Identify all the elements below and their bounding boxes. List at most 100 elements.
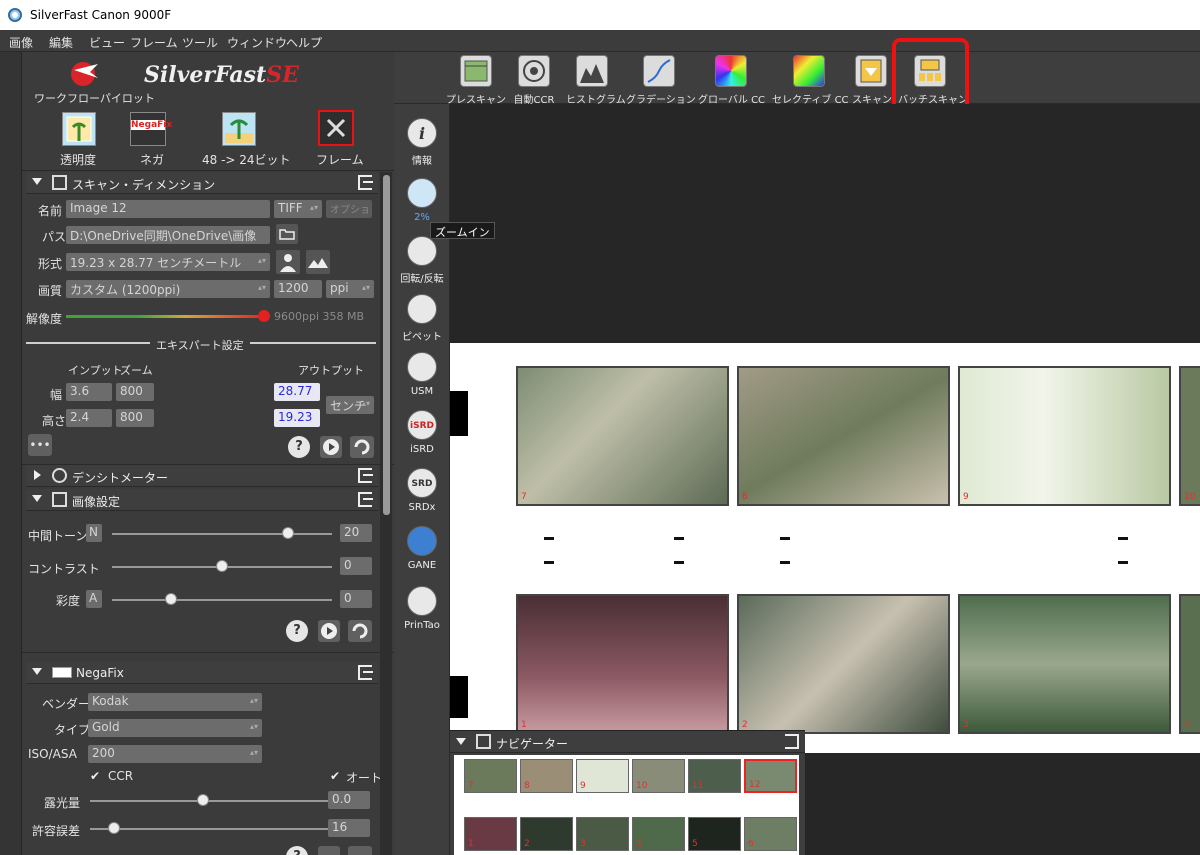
saturation-slider-knob[interactable] — [165, 593, 178, 605]
menu-edit[interactable]: 編集 — [49, 34, 73, 51]
detach-panel-icon[interactable] — [358, 665, 373, 680]
panel-scrollbar[interactable] — [380, 172, 392, 855]
film-frame[interactable]: 8 — [737, 366, 950, 506]
quality-select[interactable]: カスタム (1200ppi) ▴▾ — [66, 280, 270, 298]
detach-panel-icon[interactable] — [785, 734, 799, 749]
play-icon[interactable] — [320, 436, 342, 458]
film-frame[interactable]: 10 — [1179, 366, 1200, 506]
folder-icon[interactable] — [276, 224, 298, 244]
midtone-slider-track[interactable] — [112, 533, 332, 535]
resolution-slider-knob[interactable] — [258, 310, 270, 322]
scan-dimension-header[interactable]: スキャン・ディメンション — [26, 172, 378, 194]
tolerance-value-field[interactable]: 16 — [328, 819, 370, 837]
collapse-triangle-icon[interactable] — [32, 495, 42, 502]
path-field[interactable]: D:\OneDrive同期\OneDrive\画像 — [66, 226, 270, 244]
auto-checkbox[interactable]: ✔ — [330, 770, 342, 782]
midtone-value-field[interactable]: 20 — [340, 524, 372, 542]
resolution-slider-track[interactable] — [66, 315, 266, 318]
collapse-triangle-icon[interactable] — [456, 738, 466, 745]
scan-button[interactable]: スキャン — [852, 55, 892, 106]
nav-thumbnail[interactable]: 6 — [744, 817, 797, 851]
auto-ccr-button[interactable]: 自動CCR — [506, 55, 562, 106]
menu-frame[interactable]: フレーム — [130, 34, 178, 51]
isrd-button[interactable]: iSRD iSRD — [394, 410, 450, 455]
reset-icon[interactable] — [348, 846, 372, 855]
more-options-button[interactable]: ••• — [28, 434, 52, 456]
format-select[interactable]: TIFF ▴▾ — [274, 200, 322, 218]
expand-triangle-icon[interactable] — [34, 470, 41, 480]
contrast-value-field[interactable]: 0 — [340, 557, 372, 575]
tolerance-slider-track[interactable] — [90, 828, 330, 830]
ccr-checkbox[interactable]: ✔ — [90, 770, 102, 782]
ppi-unit-select[interactable]: ppi ▴▾ — [326, 280, 374, 298]
film-frame[interactable]: 4 — [1179, 594, 1200, 734]
film-frame[interactable]: 9 — [958, 366, 1171, 506]
help-icon[interactable]: ? — [286, 620, 308, 642]
menu-image[interactable]: 画像 — [9, 34, 33, 51]
nav-thumbnail[interactable]: 1 — [464, 817, 517, 851]
iso-select[interactable]: 200 ▴▾ — [88, 745, 262, 763]
film-frame[interactable]: 2 — [737, 594, 950, 734]
navigator-header[interactable]: ナビゲーター — [450, 731, 805, 753]
menu-window[interactable]: ウィンドウ — [227, 34, 287, 51]
play-icon[interactable] — [318, 620, 340, 642]
detach-panel-icon[interactable] — [358, 468, 373, 483]
exposure-slider-track[interactable] — [90, 800, 330, 802]
height-output-field[interactable]: 19.23 — [274, 409, 320, 427]
reset-icon[interactable] — [348, 620, 372, 642]
detach-panel-icon[interactable] — [358, 175, 373, 190]
histogram-button[interactable]: ヒストグラム — [566, 55, 626, 106]
help-icon[interactable]: ? — [288, 436, 310, 458]
rotate-flip-button[interactable]: 回転/反転 — [394, 236, 450, 285]
nav-thumbnail[interactable]: 9 — [576, 759, 629, 793]
densitometer-header[interactable]: デンシトメーター — [26, 465, 378, 487]
ppi-field[interactable]: 1200 — [274, 280, 322, 298]
film-frame[interactable]: 7 — [516, 366, 729, 506]
size-select[interactable]: 19.23 x 28.77 センチメートル ▴▾ — [66, 253, 270, 271]
play-icon[interactable] — [318, 846, 340, 855]
contrast-slider-knob[interactable] — [216, 560, 228, 572]
name-field[interactable]: Image 12 — [66, 200, 270, 218]
zoom-button[interactable]: 2% — [394, 178, 450, 223]
pipette-button[interactable]: ピペット — [394, 294, 450, 343]
frame-tools-icon[interactable] — [318, 110, 354, 146]
nav-thumbnail[interactable]: 11 — [688, 759, 741, 793]
transparency-icon[interactable] — [62, 112, 96, 146]
nav-thumbnail[interactable]: 3 — [576, 817, 629, 851]
height-input-field[interactable]: 2.4 — [66, 409, 112, 427]
usm-button[interactable]: USM — [394, 352, 450, 397]
film-strip-preview[interactable]: 7 8 9 10 1 2 3 4 — [450, 343, 1200, 753]
saturation-value-field[interactable]: 0 — [340, 590, 372, 608]
nav-thumbnail[interactable]: 8 — [520, 759, 573, 793]
exposure-value-field[interactable]: 0.0 — [328, 791, 370, 809]
midtone-slider-knob[interactable] — [282, 527, 294, 539]
image-settings-header[interactable]: 画像設定 — [26, 489, 378, 511]
info-button[interactable]: i 情報 — [394, 118, 450, 167]
gradation-button[interactable]: グラデーション — [626, 55, 696, 106]
global-cc-button[interactable]: グローバル CC — [698, 55, 765, 106]
nav-thumbnail-selected[interactable]: 12 — [744, 759, 797, 793]
portrait-icon[interactable] — [276, 250, 300, 274]
navigator-thumbnails[interactable]: 7 8 9 10 11 12 1 2 3 4 5 6 — [454, 755, 799, 855]
detach-panel-icon[interactable] — [358, 492, 373, 507]
printao-button[interactable]: PrinTao — [394, 586, 450, 631]
film-frame[interactable]: 1 — [516, 594, 729, 734]
menu-tools[interactable]: ツール — [182, 34, 218, 51]
nav-thumbnail[interactable]: 7 — [464, 759, 517, 793]
unit-select[interactable]: センチ ▴▾ — [326, 396, 374, 414]
prescan-button[interactable]: プレスキャン — [446, 55, 506, 106]
width-input-field[interactable]: 3.6 — [66, 383, 112, 401]
scrollbar-thumb[interactable] — [383, 175, 390, 515]
saturation-slider-track[interactable] — [112, 599, 332, 601]
negafix-header[interactable]: NegaFix — [26, 662, 378, 684]
nav-thumbnail[interactable]: 4 — [632, 817, 685, 851]
collapse-triangle-icon[interactable] — [32, 178, 42, 185]
option-button[interactable]: オプション — [326, 200, 372, 218]
width-zoom-field[interactable]: 800 — [116, 383, 154, 401]
menu-view[interactable]: ビュー — [89, 34, 125, 51]
bitdepth-icon[interactable] — [222, 112, 256, 146]
gane-button[interactable]: GANE — [394, 526, 450, 571]
menu-help[interactable]: ヘルプ — [286, 34, 322, 51]
tolerance-slider-knob[interactable] — [108, 822, 120, 834]
srdx-button[interactable]: SRD SRDx — [394, 468, 450, 513]
